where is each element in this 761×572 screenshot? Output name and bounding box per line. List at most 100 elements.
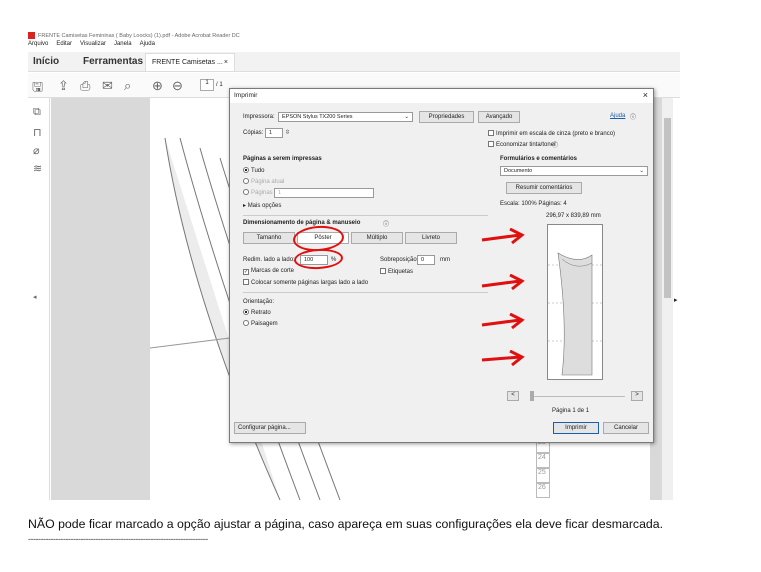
size-button[interactable]: Tamanho — [243, 232, 295, 244]
pages-all-radio[interactable] — [243, 167, 249, 173]
pages-current-option[interactable]: Página atual — [243, 178, 284, 185]
list-item: 24 — [536, 453, 550, 468]
printer-select[interactable]: EPSON Stylus TX200 Series ⌄ — [278, 112, 413, 122]
labels-option[interactable]: Etiquetas — [380, 268, 413, 275]
page-slider-thumb[interactable] — [530, 391, 534, 401]
close-tab-icon[interactable]: × — [224, 59, 228, 66]
overlap-unit: mm — [440, 257, 450, 263]
cancel-button[interactable]: Cancelar — [603, 422, 649, 434]
scale-info: Escala: 100% Páginas: 4 — [500, 201, 567, 207]
print-dialog: Imprimir × Impressora: EPSON Stylus TX200… — [229, 88, 654, 443]
dashed-separator: ----------------------------------------… — [28, 534, 208, 544]
cut-marks-checkbox[interactable]: ✓ — [243, 269, 249, 275]
mail-icon[interactable]: ✉ — [102, 78, 113, 94]
print-preview — [547, 224, 604, 380]
help-link[interactable]: Ajuda — [610, 113, 625, 119]
list-item: 25 — [536, 468, 550, 483]
menu-window[interactable]: Janela — [114, 41, 132, 51]
page-counter: Página 1 de 1 — [552, 408, 590, 414]
layers-icon[interactable]: ≋ — [33, 162, 42, 175]
printer-label: Impressora: — [243, 114, 275, 120]
advanced-button[interactable]: Avançado — [478, 111, 520, 123]
prev-page-button[interactable]: < — [507, 391, 519, 401]
save-icon[interactable]: 🖫 — [32, 78, 43, 100]
more-options-toggle[interactable]: ▸ Mais opções — [243, 202, 281, 209]
annotation-arrow — [481, 350, 525, 367]
summarize-comments-button[interactable]: Resumir comentários — [506, 182, 582, 194]
multiple-button[interactable]: Múltiplo — [351, 232, 403, 244]
scrollbar-thumb[interactable] — [664, 118, 671, 298]
chevron-down-icon: ⌄ — [404, 114, 409, 120]
overlap-input[interactable]: 0 — [417, 255, 435, 265]
page-setup-button[interactable]: Configurar página... — [234, 422, 306, 434]
vertical-scrollbar[interactable] — [662, 98, 673, 500]
cut-marks-option[interactable]: ✓ Marcas de corte — [243, 268, 294, 275]
page-down-icon[interactable]: ⊖ — [172, 78, 183, 94]
preview-drawing — [548, 252, 604, 376]
booklet-button[interactable]: Livreto — [405, 232, 457, 244]
landscape-label: Paisagem — [251, 321, 278, 327]
annotation-arrow — [481, 274, 525, 291]
search-icon[interactable]: ⌕ — [124, 78, 131, 94]
tab-document[interactable]: FRENTE Camisetas ... × — [145, 53, 235, 71]
portrait-option[interactable]: Retrato — [243, 309, 271, 316]
large-pages-option[interactable]: Colocar somente páginas largas lado a la… — [243, 279, 368, 286]
page-slider-track[interactable] — [530, 396, 625, 397]
menu-edit[interactable]: Editar — [56, 41, 72, 51]
pages-icon[interactable]: ⧉ — [33, 106, 41, 119]
pages-range-input[interactable]: 1 — [274, 188, 374, 198]
cloud-icon[interactable]: ⇪ — [58, 78, 69, 94]
more-options-label: Mais opções — [247, 203, 282, 209]
pdf-icon — [28, 32, 35, 39]
pages-range-option[interactable]: Páginas — [243, 189, 273, 196]
grayscale-checkbox[interactable] — [488, 130, 494, 136]
grayscale-option[interactable]: Imprimir em escala de cinza (preto e bra… — [488, 130, 615, 137]
print-icon[interactable]: ⎙ — [80, 78, 90, 94]
next-page-button[interactable]: > — [631, 391, 643, 401]
page-number-input[interactable]: 1 — [200, 79, 214, 91]
expand-right-icon[interactable]: ▸ — [674, 296, 678, 304]
pages-all-label: Tudo — [251, 168, 265, 174]
annotation-arrow — [481, 228, 525, 245]
chevron-down-icon: ⌄ — [639, 168, 644, 174]
menu-help[interactable]: Ajuda — [140, 41, 155, 51]
tab-tools[interactable]: Ferramentas — [83, 56, 143, 67]
bookmark-icon[interactable]: ⊓ — [33, 126, 42, 139]
collapse-left-icon[interactable]: ◂ — [33, 293, 37, 301]
help-icon[interactable]: ⓘ — [630, 112, 636, 121]
save-ink-option[interactable]: Economizar tinta/toner — [488, 141, 556, 148]
close-icon[interactable]: × — [643, 90, 648, 100]
page-up-icon[interactable]: ⊕ — [152, 78, 163, 94]
properties-button[interactable]: Propriedades — [419, 111, 474, 123]
pages-range-radio[interactable] — [243, 189, 249, 195]
pages-all-option[interactable]: Tudo — [243, 167, 264, 174]
copies-stepper-icon[interactable]: ⇳ — [285, 129, 290, 136]
pages-heading: Páginas a serem impressas — [243, 156, 322, 162]
grayscale-label: Imprimir em escala de cinza (preto e bra… — [496, 131, 616, 137]
forms-select[interactable]: Documento ⌄ — [500, 166, 648, 176]
caption: NÃO pode ficar marcado a opção ajustar a… — [28, 517, 664, 531]
menu-file[interactable]: Arquivo — [28, 41, 48, 51]
menu-bar: Arquivo Editar Visualizar Janela Ajuda — [28, 41, 678, 51]
list-item: 26 — [536, 483, 550, 498]
page-number-list: 23 24 25 26 — [536, 438, 550, 498]
save-ink-label: Economizar tinta/toner — [496, 142, 557, 148]
save-ink-checkbox[interactable] — [488, 141, 494, 147]
copies-input[interactable]: 1 — [265, 128, 283, 138]
info-icon: ⓘ — [552, 143, 559, 149]
print-button[interactable]: Imprimir — [553, 422, 599, 434]
page-total: / 1 — [216, 82, 223, 88]
tab-home[interactable]: Início — [33, 56, 59, 67]
attachment-icon[interactable]: ⌀ — [33, 144, 40, 157]
pages-current-radio[interactable] — [243, 178, 249, 184]
sizing-info-icon: ⓘ — [383, 222, 390, 228]
large-pages-checkbox[interactable] — [243, 279, 249, 285]
tab-document-label: FRENTE Camisetas ... — [152, 59, 223, 66]
landscape-option[interactable]: Paisagem — [243, 320, 278, 327]
portrait-radio[interactable] — [243, 309, 249, 315]
landscape-radio[interactable] — [243, 320, 249, 326]
sizing-heading: Dimensionamento de página & manuseio — [243, 220, 361, 226]
tab-bar: Início Ferramentas FRENTE Camisetas ... × — [28, 52, 680, 72]
menu-view[interactable]: Visualizar — [80, 41, 106, 51]
labels-checkbox[interactable] — [380, 268, 386, 274]
